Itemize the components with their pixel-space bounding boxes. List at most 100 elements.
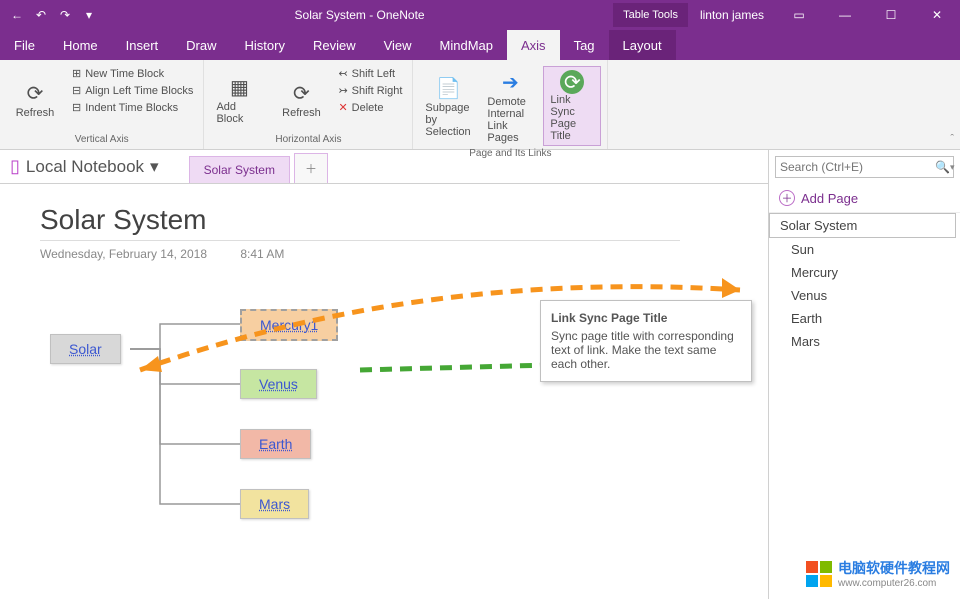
tab-insert[interactable]: Insert (112, 30, 173, 60)
notebook-name: Local Notebook (26, 157, 144, 177)
subpage-by-selection-button[interactable]: 📄 Subpage by Selection (419, 66, 477, 146)
page-item-earth[interactable]: Earth (769, 307, 960, 330)
tab-draw[interactable]: Draw (172, 30, 230, 60)
refresh-horizontal-button[interactable]: ⟳ Refresh (272, 66, 330, 132)
node-mars[interactable]: Mars (240, 489, 309, 519)
maximize-icon[interactable]: ☐ (868, 8, 914, 22)
align-left-button[interactable]: ⊟ Align Left Time Blocks (68, 83, 197, 98)
plus-icon: ＋ (779, 190, 795, 206)
indent-icon: ⊞ (72, 67, 81, 80)
undo-icon[interactable]: ↶ (32, 8, 50, 22)
link-sync-page-title-button[interactable]: ⟳ Link Sync Page Title (543, 66, 601, 146)
tab-review[interactable]: Review (299, 30, 370, 60)
notebook-selector[interactable]: ▯ Local Notebook ▾ (0, 156, 169, 177)
user-name[interactable]: linton james (688, 8, 776, 22)
collapse-ribbon-icon[interactable]: ˆ (950, 133, 954, 145)
tooltip-body: Sync page title with corresponding text … (551, 329, 741, 371)
tab-tag[interactable]: Tag (560, 30, 609, 60)
page-time: 8:41 AM (240, 247, 284, 261)
indent-label: Indent Time Blocks (85, 102, 178, 114)
page-title[interactable]: Solar System (40, 204, 680, 241)
group-horizontal-axis: Horizontal Axis (210, 132, 406, 147)
page-sidebar: 🔍▾ ＋ Add Page Solar System Sun Mercury V… (768, 150, 960, 599)
tab-mindmap[interactable]: MindMap (426, 30, 507, 60)
indent-blocks-icon: ⊟ (72, 101, 81, 114)
page-item-sun[interactable]: Sun (769, 238, 960, 261)
new-time-block-button[interactable]: ⊞ New Time Block (68, 66, 197, 81)
arrow-right-icon: ↣ (338, 84, 347, 97)
shift-right-button[interactable]: ↣ Shift Right (334, 83, 406, 98)
demote-internal-link-button[interactable]: ➔ Demote Internal Link Pages (481, 66, 539, 146)
tooltip-title: Link Sync Page Title (551, 311, 741, 325)
delete-button[interactable]: ✕Delete (334, 100, 406, 115)
page-icon: 📄 (434, 74, 462, 102)
main-area: ▯ Local Notebook ▾ Solar System ＋ Solar … (0, 150, 768, 599)
add-section-tab[interactable]: ＋ (294, 153, 328, 183)
watermark: 电脑软硬件教程网 www.computer26.com (806, 558, 950, 589)
align-icon: ⊟ (72, 84, 81, 97)
minimize-icon[interactable]: — (822, 8, 868, 22)
redo-icon[interactable]: ↷ (56, 8, 74, 22)
titlebar: ← ↶ ↷ ▾ Solar System - OneNote Table Too… (0, 0, 960, 30)
page-item-solar-system[interactable]: Solar System (769, 213, 956, 238)
refresh-h-label: Refresh (282, 107, 321, 119)
page-list: Solar System Sun Mercury Venus Earth Mar… (769, 213, 960, 353)
search-icon[interactable]: 🔍 (935, 160, 950, 174)
search-box[interactable]: 🔍▾ (775, 156, 954, 178)
node-venus[interactable]: Venus (240, 369, 317, 399)
tab-home[interactable]: Home (49, 30, 112, 60)
notebook-icon: ▯ (10, 156, 20, 177)
tab-axis[interactable]: Axis (507, 30, 560, 60)
tooltip-link-sync: Link Sync Page Title Sync page title wit… (540, 300, 752, 382)
watermark-text: 电脑软硬件教程网 (838, 558, 950, 578)
ribbon-tabs: File Home Insert Draw History Review Vie… (0, 30, 960, 60)
subpage-label: Subpage by Selection (425, 102, 471, 138)
align-left-label: Align Left Time Blocks (85, 85, 193, 97)
refresh-icon: ⟳ (21, 79, 49, 107)
shift-left-label: Shift Left (352, 68, 395, 80)
refresh-label: Refresh (16, 107, 55, 119)
contextual-tab-label: Table Tools (613, 3, 688, 27)
ribbon-options-icon[interactable]: ▭ (776, 8, 822, 22)
add-page-button[interactable]: ＋ Add Page (769, 184, 960, 213)
page-item-mars[interactable]: Mars (769, 330, 960, 353)
link-sync-label: Link Sync Page Title (550, 94, 594, 142)
window-title: Solar System - OneNote (106, 8, 613, 22)
add-block-label: Add Block (216, 101, 262, 125)
back-icon[interactable]: ← (8, 8, 26, 22)
add-block-icon: ▦ (225, 73, 253, 101)
search-dropdown-icon[interactable]: ▾ (950, 162, 955, 173)
tab-file[interactable]: File (0, 30, 49, 60)
tab-history[interactable]: History (231, 30, 299, 60)
add-block-button[interactable]: ▦ Add Block (210, 66, 268, 132)
refresh-icon: ⟳ (287, 79, 315, 107)
sync-icon: ⟳ (560, 70, 584, 94)
indent-time-blocks-button[interactable]: ⊟ Indent Time Blocks (68, 100, 197, 115)
node-earth[interactable]: Earth (240, 429, 311, 459)
section-tab-solar-system[interactable]: Solar System (189, 156, 290, 183)
node-mercury[interactable]: Mercury1 (240, 309, 338, 341)
demote-icon: ➔ (496, 68, 524, 96)
close-icon[interactable]: ✕ (914, 8, 960, 22)
delete-icon: ✕ (338, 101, 347, 114)
page-date: Wednesday, February 14, 2018 (40, 247, 207, 261)
new-time-block-label: New Time Block (85, 68, 164, 80)
tab-layout[interactable]: Layout (609, 30, 676, 60)
node-solar[interactable]: Solar (50, 334, 121, 364)
arrow-left-icon: ↢ (338, 67, 347, 80)
search-input[interactable] (780, 160, 935, 174)
shift-left-button[interactable]: ↢ Shift Left (334, 66, 406, 81)
group-vertical-axis: Vertical Axis (6, 132, 197, 147)
watermark-logo-icon (806, 561, 832, 587)
page-item-venus[interactable]: Venus (769, 284, 960, 307)
add-page-label: Add Page (801, 191, 858, 206)
refresh-button[interactable]: ⟳ Refresh (6, 66, 64, 132)
chevron-down-icon: ▾ (150, 157, 159, 177)
shift-right-label: Shift Right (352, 85, 403, 97)
qat-dropdown-icon[interactable]: ▾ (80, 8, 98, 22)
watermark-url: www.computer26.com (838, 578, 950, 589)
ribbon: ⟳ Refresh ⊞ New Time Block ⊟ Align Left Ti… (0, 60, 960, 150)
page-item-mercury[interactable]: Mercury (769, 261, 960, 284)
tab-view[interactable]: View (370, 30, 426, 60)
demote-label: Demote Internal Link Pages (487, 96, 533, 144)
